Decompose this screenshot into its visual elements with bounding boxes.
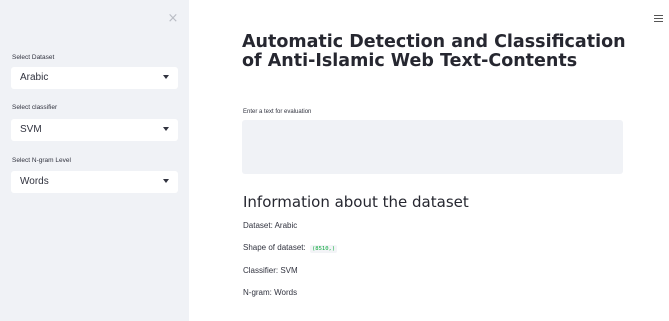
- dataset-select-value: Arabic: [20, 72, 49, 83]
- classifier-select[interactable]: SVM: [11, 119, 178, 141]
- dataset-info-line: Dataset: Arabic: [243, 221, 298, 230]
- hamburger-menu-icon[interactable]: [654, 15, 663, 24]
- classifier-select-label: Select classifier: [12, 104, 58, 111]
- classifier-select-value: SVM: [20, 124, 42, 135]
- dataset-info-header: Information about the dataset: [243, 193, 469, 211]
- chevron-down-icon: [163, 179, 169, 183]
- dataset-select[interactable]: Arabic: [11, 67, 178, 89]
- text-input-label: Enter a text for evaluation: [243, 109, 312, 115]
- sidebar: × Select Dataset Arabic Select classifie…: [0, 0, 189, 321]
- ngram-select-label: Select N-gram Level: [12, 157, 71, 164]
- close-sidebar-icon[interactable]: ×: [166, 12, 180, 26]
- chevron-down-icon: [163, 127, 169, 131]
- page-title: Automatic Detection and Classification o…: [242, 32, 626, 71]
- shape-value-code: (8510,): [309, 245, 338, 253]
- classifier-info-line: Classifier: SVM: [243, 266, 298, 275]
- shape-info-line: Shape of dataset: (8510,): [243, 243, 338, 253]
- dataset-select-label: Select Dataset: [12, 54, 55, 61]
- shape-label: Shape of dataset:: [243, 243, 306, 252]
- ngram-select-value: Words: [20, 176, 49, 187]
- ngram-info-line: N-gram: Words: [243, 288, 298, 297]
- evaluation-text-input[interactable]: [242, 120, 623, 174]
- chevron-down-icon: [163, 75, 169, 79]
- ngram-select[interactable]: Words: [11, 171, 178, 193]
